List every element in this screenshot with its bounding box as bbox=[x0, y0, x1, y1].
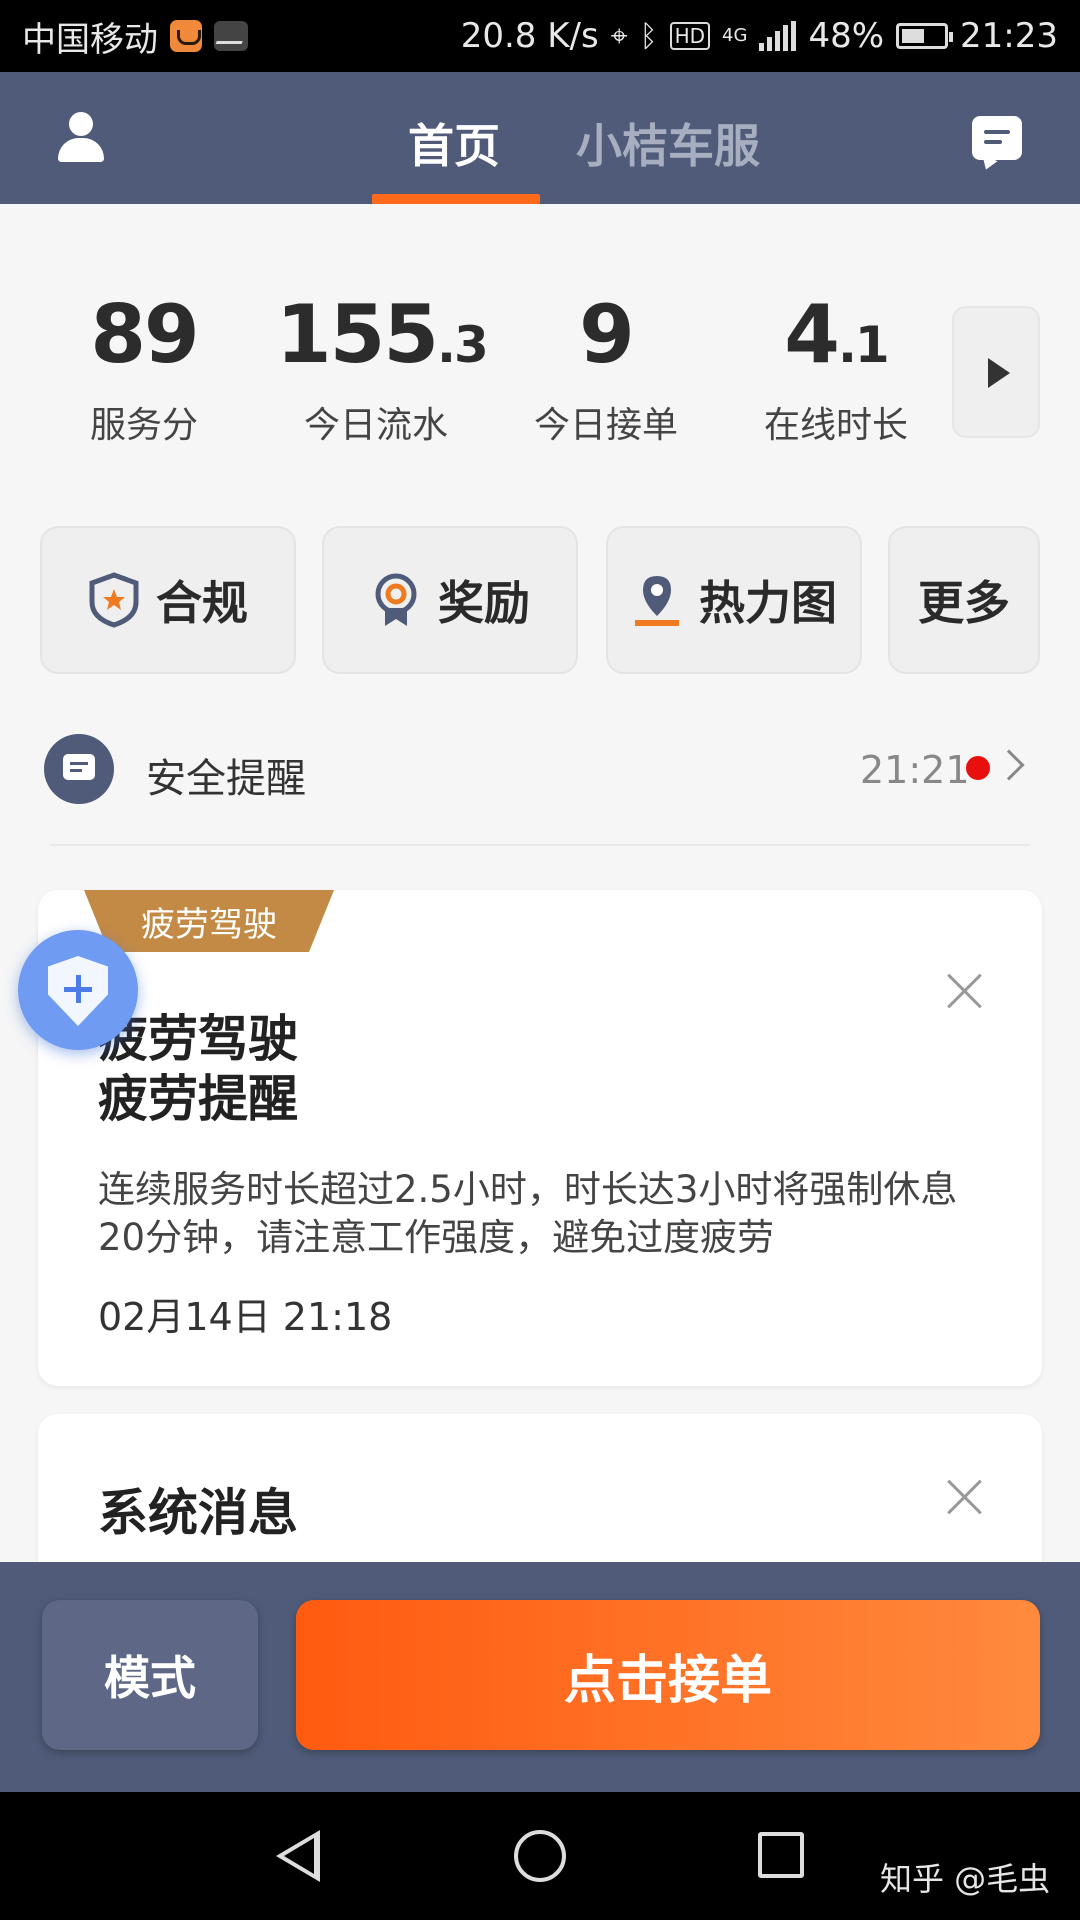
divider bbox=[50, 844, 1030, 846]
reward-label: 奖励 bbox=[438, 576, 530, 630]
stat-label: 在线时长 bbox=[763, 405, 908, 446]
fatigue-alert-card[interactable]: 疲劳驾驶 疲劳驾驶 疲劳提醒 连续服务时长超过2.5小时，时长达3小时将强制休息… bbox=[38, 890, 1042, 1386]
back-icon[interactable] bbox=[276, 1830, 320, 1882]
message-icon[interactable] bbox=[972, 116, 1022, 160]
card-title-line1: 系统消息 bbox=[98, 1484, 298, 1542]
carrier-name: 中国移动 bbox=[22, 19, 158, 60]
stat-value: 155 bbox=[276, 288, 439, 381]
bottom-action-bar: 模式 点击接单 bbox=[0, 1562, 1080, 1792]
card-body: 连续服务时长超过2.5小时，时长达3小时将强制休息20分钟，请注意工作强度，避免… bbox=[98, 1168, 958, 1259]
map-pin-icon bbox=[635, 576, 679, 626]
home-icon[interactable] bbox=[514, 1830, 566, 1882]
reward-button[interactable]: 奖励 bbox=[322, 526, 578, 674]
watermark: 知乎 @毛虫 bbox=[880, 1860, 1051, 1898]
network-type: 4G bbox=[722, 25, 748, 46]
close-icon[interactable] bbox=[946, 1478, 984, 1516]
stat-today-revenue[interactable]: 155.3 今日流水 bbox=[276, 288, 489, 448]
heatmap-label: 热力图 bbox=[699, 576, 837, 630]
stat-label: 服务分 bbox=[89, 405, 198, 446]
battery-icon bbox=[896, 23, 954, 49]
signal-icon bbox=[759, 21, 797, 51]
card-tag: 疲劳驾驶 bbox=[84, 890, 334, 952]
activity-monitor-icon bbox=[214, 21, 248, 51]
stat-service-score[interactable]: 89 服务分 bbox=[44, 290, 244, 448]
stat-label: 今日流水 bbox=[303, 405, 448, 446]
status-bar: 中国移动 20.8 K/s ⌖ ᛒ HD 4G 48% 21:23 bbox=[0, 0, 1080, 72]
chat-bubble-icon bbox=[44, 734, 114, 804]
card-date: 02月14日 21:18 bbox=[98, 1295, 393, 1339]
card-title-line2: 疲劳提醒 bbox=[98, 1070, 298, 1128]
safety-reminder-time: 21:21 bbox=[860, 748, 970, 792]
safety-reminder-title[interactable]: 安全提醒 bbox=[146, 746, 306, 804]
network-speed: 20.8 K/s bbox=[460, 16, 599, 56]
unread-dot bbox=[966, 756, 990, 780]
stat-value: 89 bbox=[90, 288, 199, 381]
stat-value: 4 bbox=[784, 288, 840, 381]
mode-button[interactable]: 模式 bbox=[42, 1600, 258, 1750]
tab-home[interactable]: 首页 bbox=[408, 110, 500, 176]
hd-badge: HD bbox=[669, 22, 711, 50]
more-button[interactable]: 更多 bbox=[888, 526, 1040, 674]
heatmap-button[interactable]: 热力图 bbox=[606, 526, 862, 674]
close-icon[interactable] bbox=[946, 972, 984, 1010]
medal-icon bbox=[375, 573, 417, 626]
stat-online-hours[interactable]: 4.1 在线时长 bbox=[736, 290, 936, 448]
shield-star-icon bbox=[89, 572, 139, 628]
recent-apps-icon[interactable] bbox=[758, 1832, 804, 1878]
accept-orders-button[interactable]: 点击接单 bbox=[296, 1600, 1040, 1750]
bluetooth-icon: ᛒ bbox=[639, 18, 658, 54]
location-icon: ⌖ bbox=[610, 18, 628, 54]
compliance-label: 合规 bbox=[156, 576, 248, 630]
stat-label: 今日接单 bbox=[533, 405, 678, 446]
user-profile-icon[interactable] bbox=[56, 112, 106, 164]
stats-expand-button[interactable] bbox=[952, 306, 1040, 438]
more-label: 更多 bbox=[918, 576, 1010, 630]
clock: 21:23 bbox=[960, 16, 1058, 56]
active-tab-indicator bbox=[372, 194, 540, 204]
stat-today-orders[interactable]: 9 今日接单 bbox=[506, 290, 706, 448]
tab-car-service[interactable]: 小桔车服 bbox=[576, 110, 760, 176]
didi-app-icon bbox=[170, 20, 202, 52]
battery-percent: 48% bbox=[808, 16, 885, 56]
stat-value: 9 bbox=[579, 288, 635, 381]
safety-shield-button[interactable] bbox=[18, 930, 138, 1050]
top-nav-header: 首页 小桔车服 bbox=[0, 72, 1080, 204]
chevron-right-icon[interactable] bbox=[993, 749, 1025, 781]
compliance-button[interactable]: 合规 bbox=[40, 526, 296, 674]
